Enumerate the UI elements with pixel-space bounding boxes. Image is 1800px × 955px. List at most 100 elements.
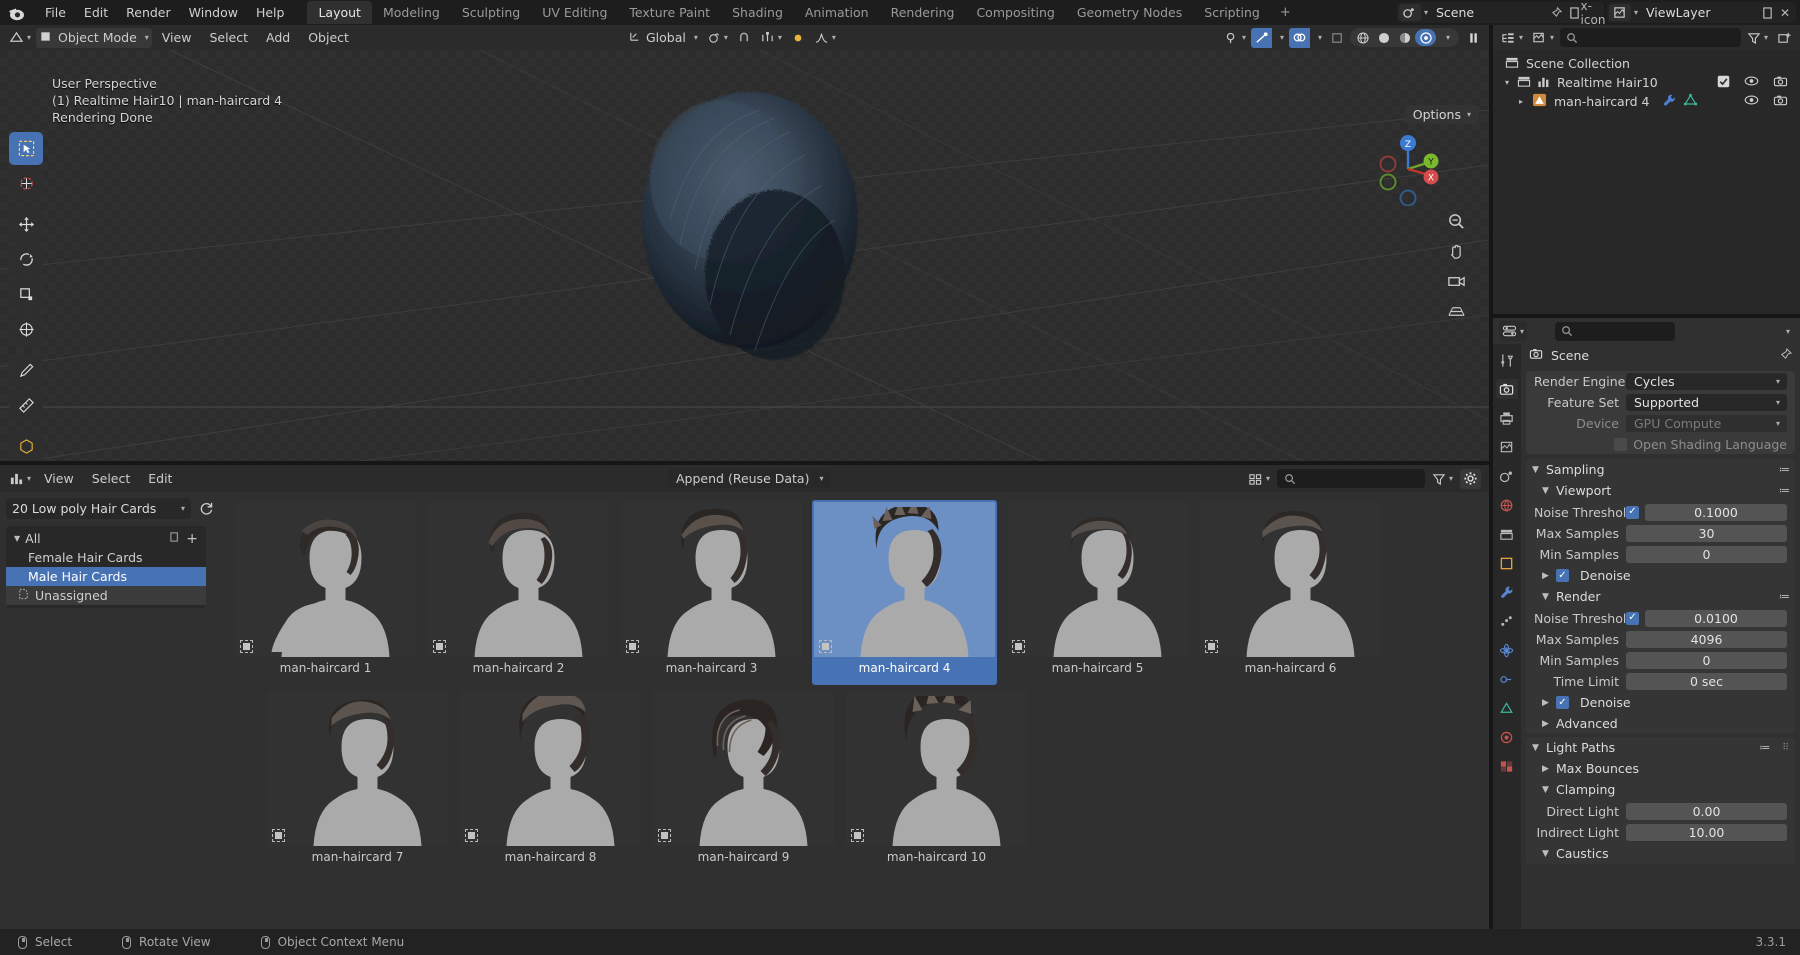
- constraints-properties-icon[interactable]: [1496, 669, 1518, 689]
- menu-help[interactable]: Help: [247, 3, 294, 22]
- render-properties-icon[interactable]: [1496, 379, 1518, 399]
- gizmo-icon[interactable]: [1250, 27, 1272, 48]
- render-time-limit-field[interactable]: 0 sec: [1626, 672, 1787, 690]
- horizontal-splitter[interactable]: [0, 461, 1489, 465]
- workspace-tab-animation[interactable]: Animation: [794, 1, 880, 24]
- texture-properties-icon[interactable]: [1496, 756, 1518, 776]
- asset-menu-select[interactable]: Select: [84, 469, 139, 488]
- workspace-tab-compositing[interactable]: Compositing: [965, 1, 1065, 24]
- asset-card-man-haircard-2[interactable]: man-haircard 2: [426, 500, 611, 685]
- asset-card-man-haircard-10[interactable]: man-haircard 10: [844, 689, 1029, 874]
- shading-dropdown[interactable]: ▾: [1436, 29, 1457, 46]
- pause-render-icon[interactable]: [1464, 27, 1483, 48]
- viewport-menu-object[interactable]: Object: [300, 28, 357, 47]
- direct-light-field[interactable]: 0.00: [1626, 802, 1787, 820]
- render-noise-threshold-field[interactable]: 0.0100: [1645, 609, 1787, 627]
- remove-viewlayer-icon[interactable]: ✕: [1776, 4, 1794, 21]
- asset-card-man-haircard-8[interactable]: man-haircard 8: [458, 689, 643, 874]
- physics-properties-icon[interactable]: [1496, 640, 1518, 660]
- outliner-filter-type-icon[interactable]: ▾: [1529, 27, 1558, 48]
- viewport-menu-add[interactable]: Add: [258, 28, 298, 47]
- object-properties-icon[interactable]: [1496, 553, 1518, 573]
- magnet-icon[interactable]: [733, 27, 754, 48]
- viewport-max-samples-field[interactable]: 30: [1626, 524, 1787, 542]
- overlays-icon[interactable]: [1288, 27, 1310, 48]
- new-catalog-icon[interactable]: [169, 531, 182, 546]
- viewport-menu-select[interactable]: Select: [201, 28, 256, 47]
- snap-target-selector[interactable]: ▾: [756, 27, 785, 48]
- particles-properties-icon[interactable]: [1496, 611, 1518, 631]
- asset-card-man-haircard-4[interactable]: man-haircard 4: [812, 500, 997, 685]
- ortho-persp-icon[interactable]: [1445, 300, 1467, 322]
- filter-icon[interactable]: ▾: [1428, 468, 1456, 489]
- render-min-samples-field[interactable]: 0: [1626, 651, 1787, 669]
- osl-checkbox[interactable]: [1614, 437, 1628, 451]
- drag-handle-icon[interactable]: ⠿: [1782, 743, 1789, 753]
- workspace-tab-texture-paint[interactable]: Texture Paint: [618, 1, 721, 24]
- eye-icon[interactable]: [1744, 75, 1759, 90]
- new-collection-icon[interactable]: [1774, 27, 1795, 48]
- data-properties-icon[interactable]: [1496, 698, 1518, 718]
- collection-properties-icon[interactable]: [1496, 524, 1518, 544]
- workspace-tab-rendering[interactable]: Rendering: [880, 1, 966, 24]
- camera-render-icon[interactable]: [1773, 75, 1788, 91]
- chevron-down-icon[interactable]: ▼: [1542, 592, 1551, 602]
- scene-name[interactable]: Scene: [1428, 5, 1548, 20]
- asset-menu-edit[interactable]: Edit: [140, 469, 180, 488]
- transform-orientation-selector[interactable]: Global ▾: [625, 27, 701, 48]
- catalog-row-male-hair-cards[interactable]: Male Hair Cards: [6, 567, 206, 586]
- camera-render-icon[interactable]: [1773, 94, 1788, 110]
- annotate-tool[interactable]: [9, 354, 43, 387]
- scale-tool[interactable]: [9, 278, 43, 311]
- render-noise-threshold-checkbox[interactable]: ✓: [1626, 611, 1639, 625]
- preset-list-icon[interactable]: ≔: [1779, 463, 1790, 476]
- add-workspace-button[interactable]: +: [1271, 3, 1300, 22]
- asset-card-man-haircard-3[interactable]: man-haircard 3: [619, 500, 804, 685]
- workspace-tab-shading[interactable]: Shading: [721, 1, 794, 24]
- zoom-icon[interactable]: [1445, 210, 1467, 232]
- workspace-tab-modeling[interactable]: Modeling: [372, 1, 451, 24]
- preset-list-icon[interactable]: ≔: [1779, 484, 1790, 497]
- workspace-tab-sculpting[interactable]: Sculpting: [451, 1, 531, 24]
- asset-card-man-haircard-6[interactable]: man-haircard 6: [1198, 500, 1383, 685]
- menu-edit[interactable]: Edit: [75, 3, 117, 22]
- chevron-down-icon[interactable]: ▼: [1532, 743, 1541, 753]
- import-method-selector[interactable]: Append (Reuse Data) ▾: [668, 469, 832, 488]
- feature-set-select[interactable]: Supported ▾: [1626, 393, 1787, 411]
- tool-icon[interactable]: [1496, 350, 1518, 370]
- render-sampling-header[interactable]: ▼ Render ≔: [1536, 586, 1795, 607]
- catalog-expander-icon[interactable]: ▼: [14, 534, 20, 543]
- viewport-sampling-header[interactable]: ▼ Viewport ≔: [1536, 480, 1795, 501]
- properties-editor-icon[interactable]: ▾: [1499, 321, 1528, 341]
- falloff-curve-icon[interactable]: ▾: [810, 27, 839, 48]
- properties-panel[interactable]: Scene Render Engine Cycles ▾ Feature Set …: [1521, 344, 1800, 929]
- advanced-header[interactable]: ▶ Advanced: [1536, 713, 1795, 734]
- asset-browser-icon[interactable]: ▾: [6, 468, 35, 489]
- chevron-down-icon[interactable]: ▼: [1542, 785, 1551, 795]
- workspace-tab-uv-editing[interactable]: UV Editing: [531, 1, 618, 24]
- clamping-header[interactable]: ▼ Clamping: [1536, 779, 1795, 800]
- chevron-right-icon[interactable]: ▶: [1542, 719, 1551, 729]
- viewport-options-button[interactable]: Options ▾: [1404, 105, 1479, 124]
- asset-card-man-haircard-5[interactable]: man-haircard 5: [1005, 500, 1190, 685]
- pan-hand-icon[interactable]: [1445, 240, 1467, 262]
- max-bounces-header[interactable]: ▶ Max Bounces: [1536, 758, 1795, 779]
- pin-icon[interactable]: [1548, 4, 1566, 21]
- proportional-edit-icon[interactable]: [787, 27, 808, 48]
- camera-view-icon[interactable]: [1445, 270, 1467, 292]
- output-properties-icon[interactable]: [1496, 408, 1518, 428]
- workspace-tab-layout[interactable]: Layout: [307, 1, 372, 24]
- asset-search-input[interactable]: [1276, 469, 1425, 488]
- chevron-down-icon[interactable]: ▼: [1542, 486, 1551, 496]
- modifier-properties-icon[interactable]: [1496, 582, 1518, 602]
- render-max-samples-field[interactable]: 4096: [1626, 630, 1787, 648]
- caustics-header[interactable]: ▼ Caustics: [1536, 843, 1795, 864]
- measure-tool[interactable]: [9, 389, 43, 422]
- viewlayer-name[interactable]: ViewLayer: [1638, 5, 1758, 20]
- visibility-icon[interactable]: ▾: [1220, 27, 1249, 48]
- properties-search-input[interactable]: [1555, 321, 1676, 341]
- menu-render[interactable]: Render: [117, 3, 180, 22]
- navigation-gizmo[interactable]: Z Y X: [1371, 132, 1445, 207]
- overlays-dropdown[interactable]: ▾: [1311, 27, 1325, 48]
- outliner[interactable]: Scene Collection ▾ Realtime Hair10 ▸ man…: [1493, 50, 1800, 315]
